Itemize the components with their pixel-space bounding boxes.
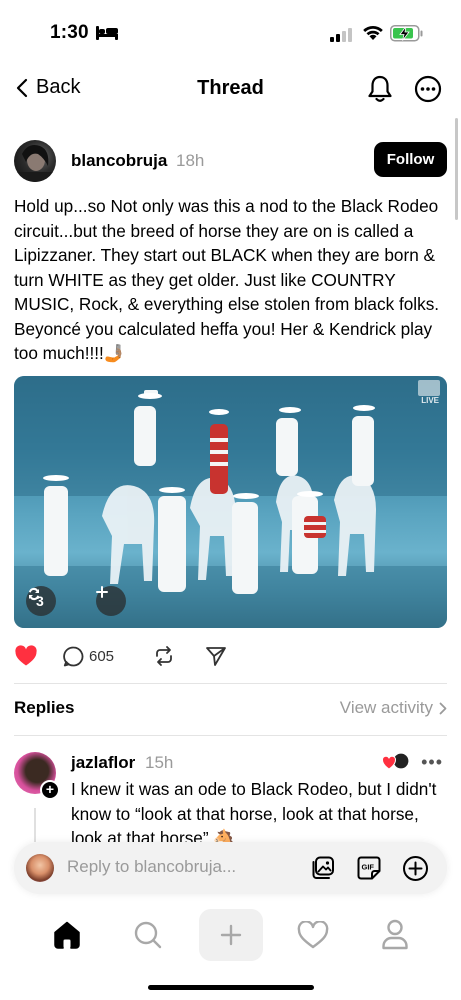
wifi-icon: [363, 25, 383, 40]
create-icon: [220, 924, 242, 946]
profile-icon[interactable]: [381, 919, 409, 951]
thread-line: [34, 808, 36, 842]
bell-icon[interactable]: [366, 74, 394, 104]
home-icon[interactable]: [52, 920, 82, 950]
svg-text:GIF: GIF: [362, 863, 375, 872]
post-media-image[interactable]: LIVE 3: [14, 376, 447, 628]
performers-on-horses-illustration: [14, 376, 447, 628]
reply-button[interactable]: 605: [63, 646, 153, 667]
heart-filled-icon: [15, 645, 37, 666]
author-liked-icon: [382, 752, 410, 770]
reply-input[interactable]: [67, 857, 267, 877]
reply-item: + jazlaflor 15h ••• I knew it was an ode…: [14, 752, 447, 842]
avatar[interactable]: [14, 140, 56, 182]
search-icon[interactable]: [133, 920, 163, 950]
reply-composer: GIF: [14, 842, 447, 894]
battery-charging-icon: [390, 25, 423, 42]
view-activity-label: View activity: [339, 698, 433, 717]
tab-bar: [0, 906, 461, 966]
reply-timestamp: 15h: [145, 753, 174, 772]
divider: [14, 735, 447, 736]
add-circle-icon[interactable]: [402, 855, 429, 882]
repost-icon: [29, 587, 39, 601]
live-watermark: LIVE: [421, 396, 439, 405]
follow-plus-button[interactable]: +: [40, 780, 60, 800]
post-header: blancobruja 18h Follow: [14, 140, 447, 182]
reply-username[interactable]: jazlaflor: [71, 753, 135, 773]
status-time: 1:30: [50, 22, 89, 43]
comment-icon: [63, 646, 84, 666]
like-button[interactable]: [14, 645, 63, 667]
send-icon: [206, 647, 226, 666]
repost-icon: [156, 646, 172, 666]
chevron-right-icon: [439, 702, 447, 714]
reply-more-icon[interactable]: •••: [421, 752, 443, 773]
post-actions: 605: [14, 642, 227, 670]
activity-icon[interactable]: [297, 921, 329, 949]
scroll-indicator[interactable]: [455, 118, 458, 220]
gif-icon[interactable]: GIF: [356, 855, 382, 881]
follow-button[interactable]: Follow: [374, 142, 447, 177]
gallery-icon[interactable]: [310, 855, 336, 881]
avatar-photo: [14, 145, 56, 182]
post-timestamp: 18h: [176, 151, 205, 170]
nav-bar: Back Thread: [0, 66, 461, 112]
bed-icon: [96, 26, 118, 40]
post-body: Hold up...so Not only was this a nod to …: [14, 196, 440, 363]
repost-button[interactable]: [153, 645, 205, 667]
more-options-icon[interactable]: [414, 75, 442, 103]
replies-header: Replies View activity: [14, 696, 447, 722]
reply-body: I knew it was an ode to Black Rodeo, but…: [71, 779, 437, 842]
home-indicator[interactable]: [148, 985, 314, 990]
replies-title: Replies: [14, 698, 75, 717]
status-bar: 1:30: [0, 0, 461, 64]
view-activity-link[interactable]: View activity: [340, 698, 447, 718]
post-username[interactable]: blancobruja: [71, 151, 167, 171]
quote-repost-pill[interactable]: 3: [26, 586, 56, 616]
divider: [14, 683, 447, 684]
create-button[interactable]: [199, 909, 263, 961]
avatar: [26, 854, 54, 882]
signal-icon: [330, 28, 352, 42]
reply-count: 605: [89, 647, 115, 665]
plus-icon: [96, 586, 108, 598]
share-button[interactable]: [205, 645, 227, 667]
add-media-button[interactable]: [96, 586, 126, 616]
